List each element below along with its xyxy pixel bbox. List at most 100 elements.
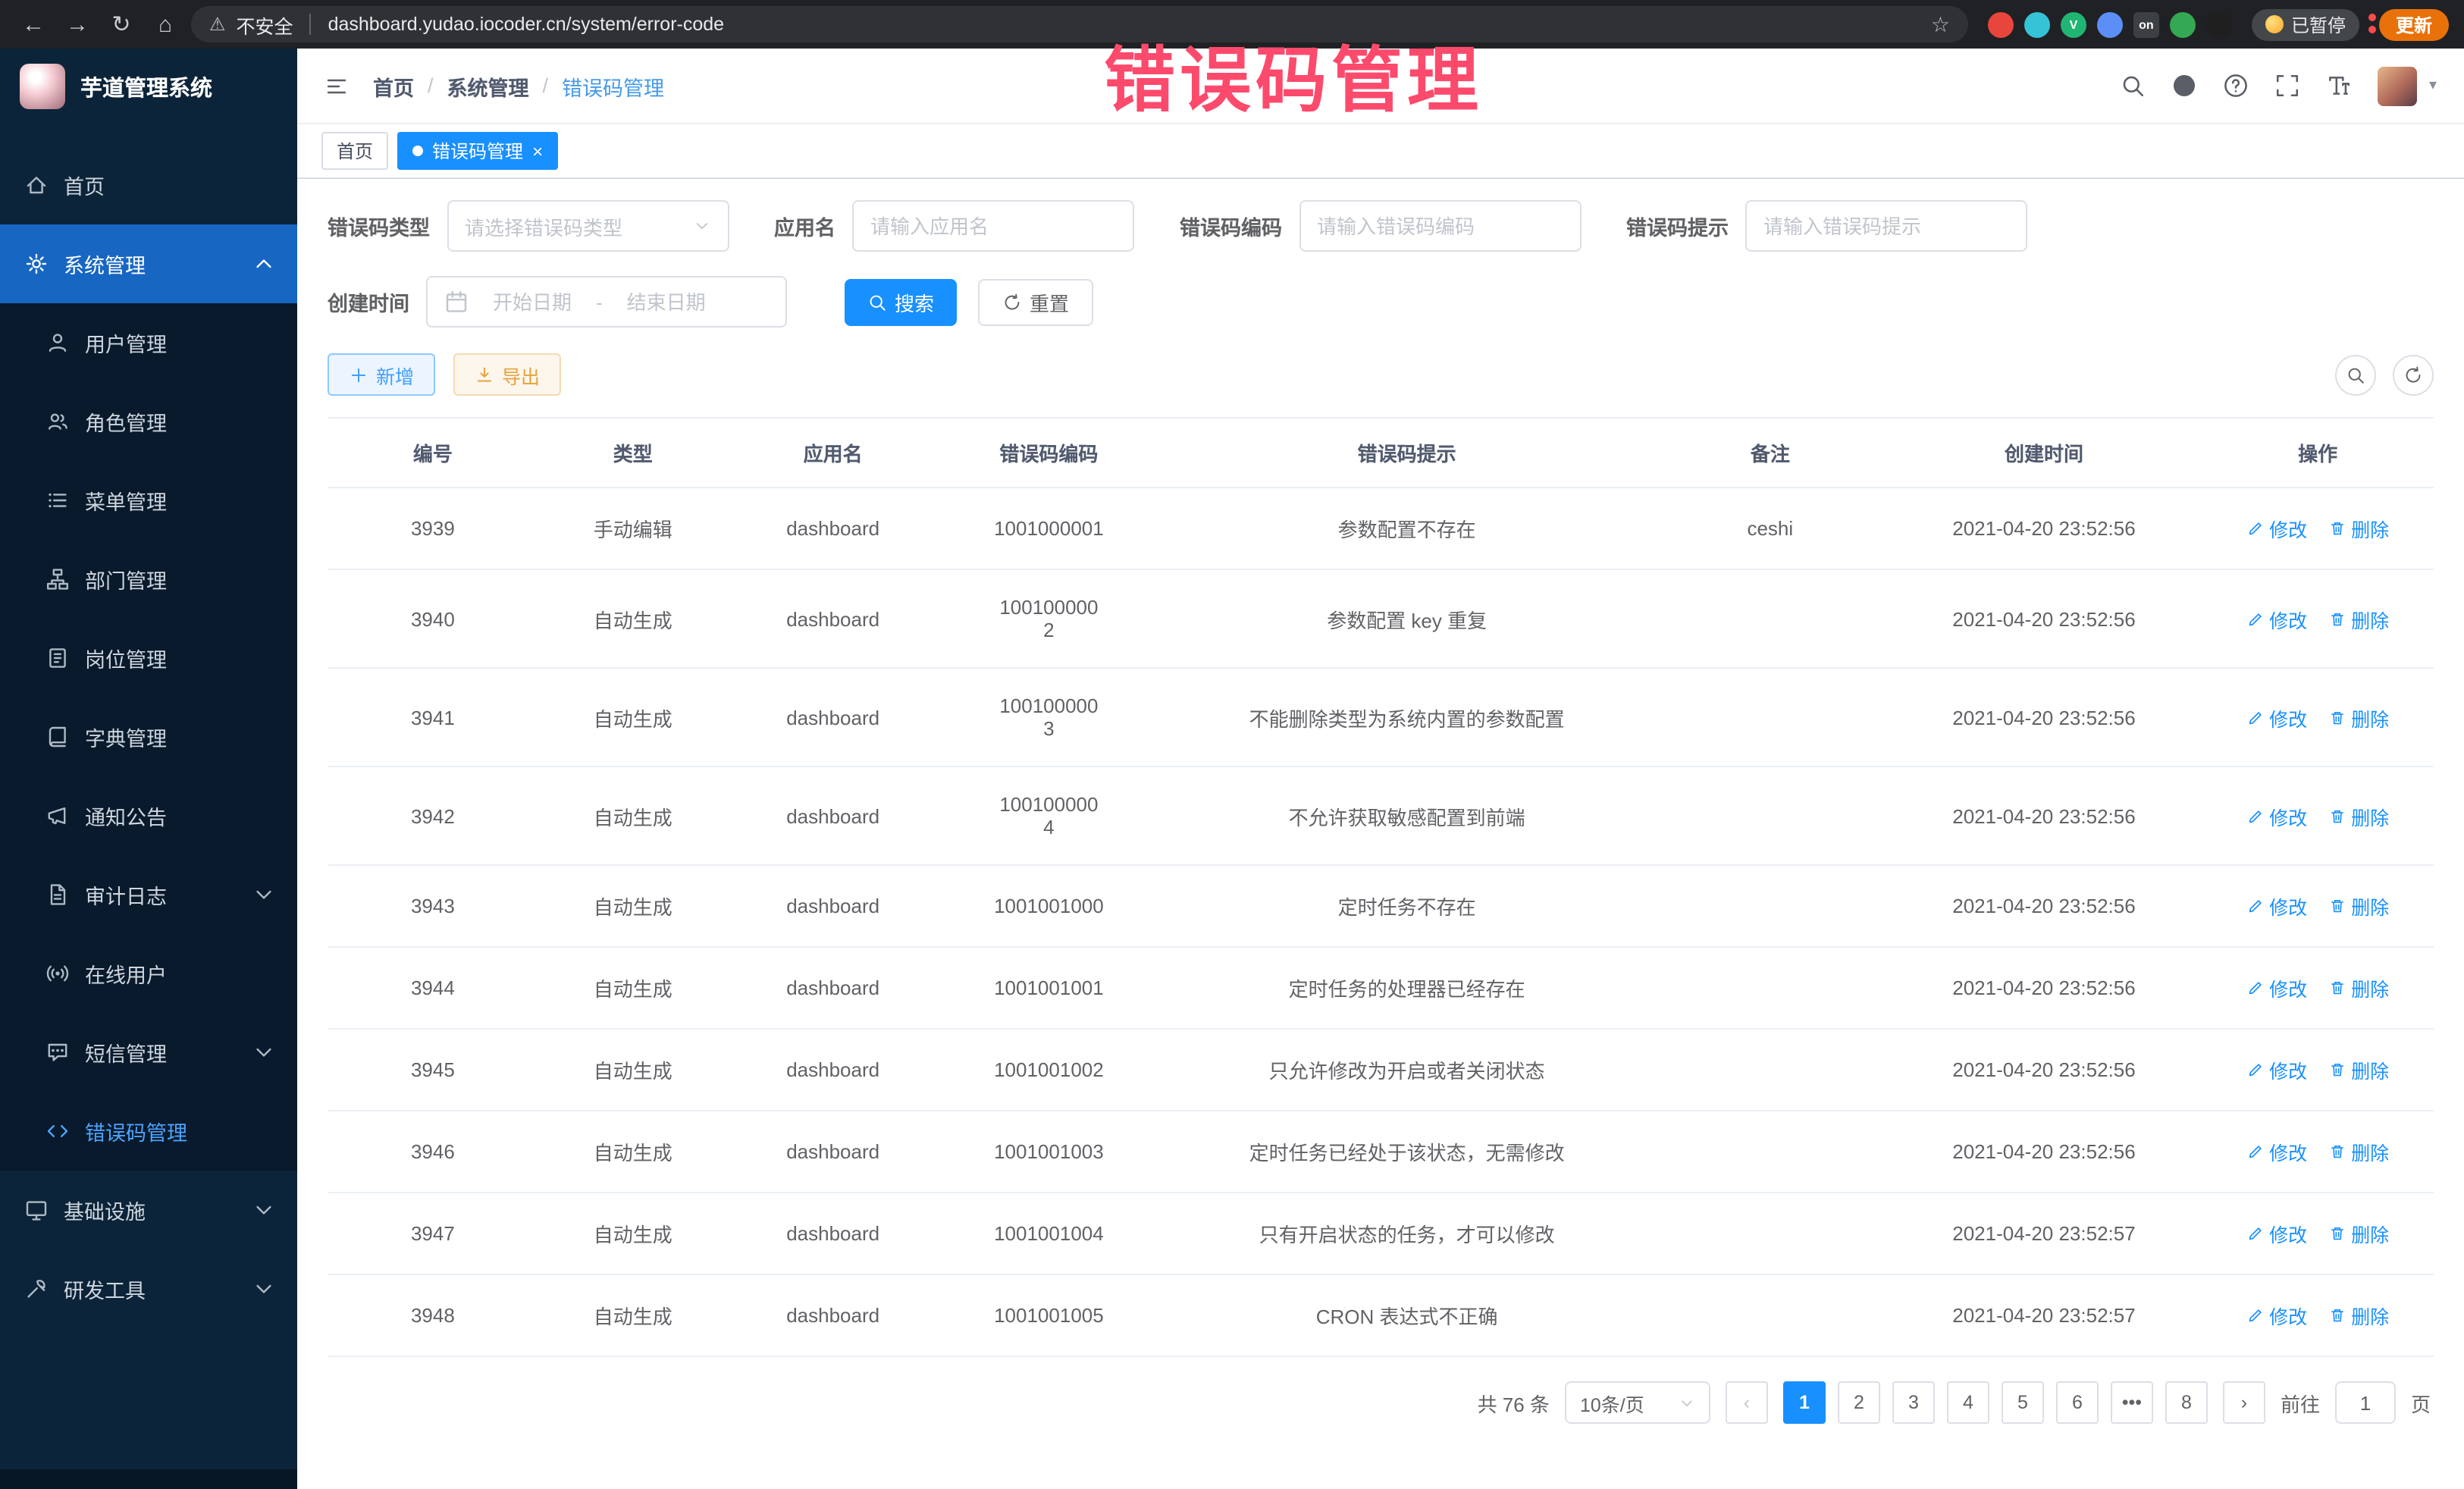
edit-link[interactable]: 修改 [2246,604,2307,633]
show-search-button[interactable] [2335,354,2376,395]
extension-icon-1[interactable] [1988,11,2014,37]
sidebar-item-notice[interactable]: 通知公告 [0,776,297,855]
page-button-6[interactable]: 6 [2056,1381,2099,1424]
tab-error-code[interactable]: 错误码管理× [397,132,558,170]
header-search-icon[interactable] [2120,73,2146,99]
cell-hint: CRON 表达式不正确 [1159,1274,1654,1356]
font-size-icon[interactable] [2326,73,2352,99]
cell-remark [1654,1193,1886,1274]
tab-home[interactable]: 首页 [321,132,388,170]
column-header: 备注 [1654,418,1886,487]
table-row: 3940自动生成dashboard100100000 2参数配置 key 重复2… [328,569,2434,668]
breadcrumb-item[interactable]: 系统管理 [447,71,529,101]
delete-link[interactable]: 删除 [2328,703,2389,732]
error-hint-input[interactable] [1763,215,2009,237]
delete-link[interactable]: 删除 [2328,1301,2389,1330]
add-button[interactable]: 新增 [328,353,435,396]
browser-forward-button[interactable]: → [59,6,96,42]
page-button-8[interactable]: 8 [2165,1381,2208,1424]
app-name-input[interactable] [870,215,1116,237]
error-type-select[interactable]: 请选择错误码类型 [447,200,729,252]
sidebar-item-dev-tools[interactable]: 研发工具 [0,1249,297,1328]
sidebar-item-audit-log[interactable]: 审计日志 [0,855,297,934]
navbar-actions: ▾ [2120,66,2437,105]
edit-link[interactable]: 修改 [2246,703,2307,732]
start-date-input[interactable] [478,290,587,313]
page-button-5[interactable]: 5 [2002,1381,2044,1424]
refresh-table-button[interactable] [2393,354,2434,395]
delete-link[interactable]: 删除 [2328,973,2389,1002]
edit-link[interactable]: 修改 [2246,514,2307,543]
fullscreen-icon[interactable] [2274,73,2300,99]
more-pages-button[interactable]: ••• [2111,1381,2153,1424]
sidebar-item-infrastructure[interactable]: 基础设施 [0,1171,297,1249]
prev-page-button[interactable]: ‹ [1726,1381,1768,1424]
tab-close-icon[interactable]: × [532,142,543,160]
edit-link[interactable]: 修改 [2246,1301,2307,1330]
delete-link[interactable]: 删除 [2328,604,2389,633]
cell-actions: 修改删除 [2202,766,2434,865]
edit-link[interactable]: 修改 [2246,892,2307,920]
pencil-icon [2246,709,2263,726]
delete-link[interactable]: 删除 [2328,1219,2389,1248]
delete-link[interactable]: 删除 [2328,801,2389,830]
sidebar-item-dept-management[interactable]: 部门管理 [0,540,297,619]
help-icon[interactable] [2223,73,2249,99]
address-bar[interactable]: ⚠ 不安全 dashboard.yudao.iocoder.cn/system/… [191,6,1968,42]
extension-icon-4[interactable] [2097,11,2123,37]
browser-back-button[interactable]: ← [15,6,52,42]
export-button[interactable]: 导出 [453,353,561,396]
sidebar-item-dict-management[interactable]: 字典管理 [0,697,297,776]
extension-icon-5[interactable]: on [2133,11,2159,37]
browser-home-button[interactable]: ⌂ [147,6,183,42]
sidebar-item-online-user[interactable]: 在线用户 [0,934,297,1013]
page-button-1[interactable]: 1 [1783,1381,1826,1424]
edit-link[interactable]: 修改 [2246,1219,2307,1248]
cell-remark [1654,766,1886,865]
page-button-3[interactable]: 3 [1892,1381,1935,1424]
reset-button[interactable]: 重置 [978,278,1093,325]
table-row: 3941自动生成dashboard100100000 3不能删除类型为系统内置的… [328,668,2434,766]
page-size-select[interactable]: 10条/页 [1565,1381,1710,1424]
sidebar-item-user-management[interactable]: 用户管理 [0,303,297,382]
page-button-4[interactable]: 4 [1947,1381,1989,1424]
delete-link[interactable]: 删除 [2328,1055,2389,1084]
edit-link[interactable]: 修改 [2246,801,2307,830]
avatar-caret-icon[interactable]: ▾ [2429,77,2437,94]
app-logo[interactable]: 芋道管理系统 [0,49,297,124]
chevron-down-icon [692,217,710,235]
edit-link[interactable]: 修改 [2246,1137,2307,1166]
end-date-input[interactable] [612,290,721,313]
sidebar-item-menu-management[interactable]: 菜单管理 [0,461,297,540]
goto-page-input[interactable] [2335,1381,2396,1424]
browser-update-button[interactable]: 更新 [2379,8,2449,40]
date-range-picker[interactable]: - [426,276,787,328]
edit-link[interactable]: 修改 [2246,1055,2307,1084]
delete-link[interactable]: 删除 [2328,892,2389,920]
next-page-button[interactable]: › [2223,1381,2265,1424]
bookmark-star-icon[interactable]: ☆ [1931,11,1950,37]
browser-refresh-button[interactable]: ↻ [103,6,140,42]
github-icon[interactable] [2171,73,2197,99]
sidebar-item-role-management[interactable]: 角色管理 [0,382,297,461]
delete-link[interactable]: 删除 [2328,514,2389,543]
error-code-input[interactable] [1317,215,1563,237]
search-button[interactable]: 搜索 [845,278,957,325]
sidebar-item-home[interactable]: 首页 [0,146,297,224]
extension-icon-3[interactable]: V [2061,11,2086,37]
edit-link[interactable]: 修改 [2246,973,2307,1002]
user-avatar[interactable] [2378,66,2417,105]
sidebar-item-post-management[interactable]: 岗位管理 [0,619,297,697]
sidebar-collapse-button[interactable] [324,74,349,98]
paused-badge[interactable]: 已暂停 [2252,8,2359,40]
delete-link[interactable]: 删除 [2328,1137,2389,1166]
badge-icon [45,646,70,670]
extension-icon-2[interactable] [2024,11,2050,37]
sidebar-item-sms-management[interactable]: 短信管理 [0,1013,297,1092]
extension-icon-7[interactable] [2206,11,2232,37]
sidebar-item-error-code-management[interactable]: 错误码管理 [0,1092,297,1171]
breadcrumb-item[interactable]: 首页 [373,71,414,101]
page-button-2[interactable]: 2 [1838,1381,1880,1424]
sidebar-item-system-management[interactable]: 系统管理 [0,224,297,303]
extension-icon-6[interactable] [2170,11,2196,37]
